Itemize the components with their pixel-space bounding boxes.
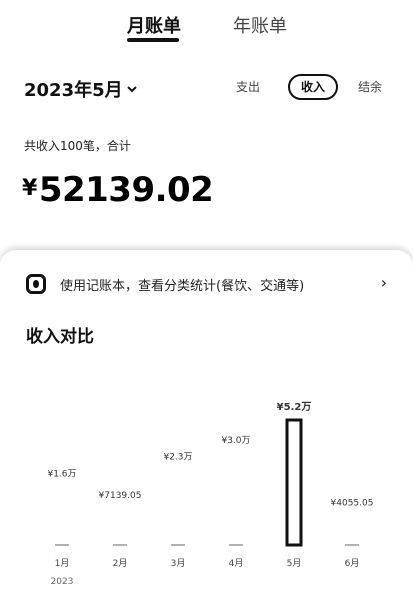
value-label-5月: ¥5.2万 [277, 401, 312, 413]
year-label: 2023 [51, 577, 74, 587]
income-chart: ¥1.6万 1月 2023 ¥7139.05 2月 ¥2.3万 3月 ¥3.0万 4月 ¥5.2万… [0, 0, 413, 600]
category-label-4月: 4月 [229, 558, 244, 569]
category-label-5月: 5月 [287, 558, 302, 569]
income-bar-chart: ¥1.6万 1月 2023 ¥7139.05 2月 ¥2.3万 3月 ¥3.0万 4月 ¥5.2万… [47, 401, 374, 587]
category-label-3月: 3月 [171, 558, 186, 569]
value-label-6月: ¥4055.05 [331, 498, 374, 508]
value-label-3月: ¥2.3万 [163, 453, 192, 463]
category-label-2月: 2月 [113, 558, 128, 569]
value-label-4月: ¥3.0万 [221, 436, 250, 446]
value-label-1月: ¥1.6万 [47, 470, 76, 480]
bar-5月 [285, 418, 303, 547]
value-label-2月: ¥7139.05 [99, 491, 142, 501]
category-label-1月: 1月 [55, 558, 70, 569]
category-label-6月: 6月 [345, 558, 360, 569]
